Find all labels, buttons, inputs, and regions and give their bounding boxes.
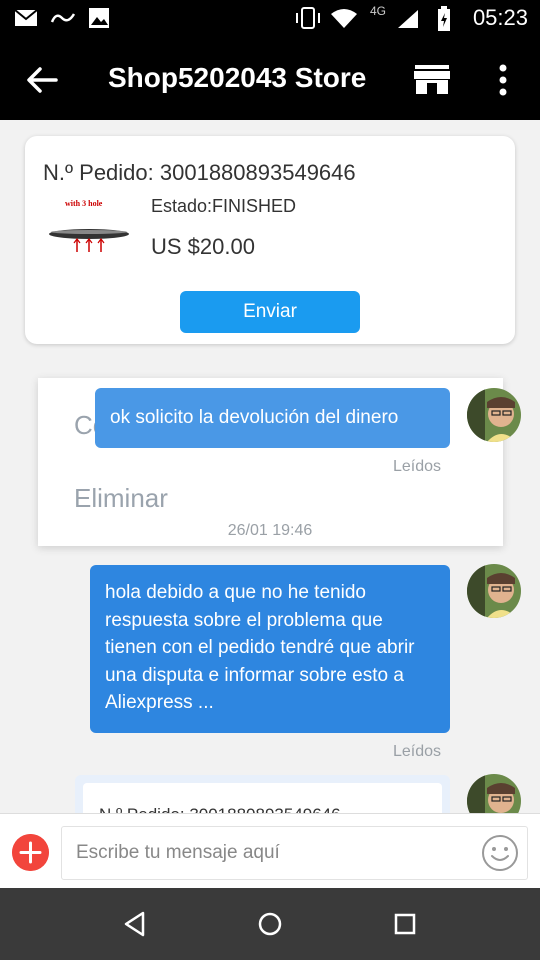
order-preview-card: N.º Pedido: 3001880893549646 <box>83 783 442 813</box>
avatar-image <box>467 388 521 442</box>
message-bubble[interactable]: ok solicito la devolución del dinero <box>95 388 450 448</box>
wifi-icon <box>331 9 357 28</box>
signal-icon <box>398 10 418 28</box>
read-receipt: Leídos <box>393 458 442 475</box>
swipe-icon <box>50 13 76 23</box>
emoji-icon[interactable] <box>481 834 519 872</box>
product-thumbnail[interactable]: with 3 hole <box>43 196 135 288</box>
order-price: US $20.00 <box>151 234 255 259</box>
order-card[interactable]: N.º Pedido: 3001880893549646 with 3 hole… <box>25 136 515 344</box>
image-icon <box>89 8 109 28</box>
battery-icon <box>438 6 450 31</box>
mail-icon <box>14 9 38 26</box>
system-nav-bar <box>0 888 540 960</box>
message-timestamp: 26/01 19:46 <box>227 522 313 539</box>
page-title: Shop5202043 Store <box>108 62 367 93</box>
back-arrow-icon[interactable] <box>22 60 62 100</box>
menu-item-delete[interactable]: Eliminar <box>74 483 168 514</box>
network-type: 4G <box>370 4 387 18</box>
chat-area[interactable]: N.º Pedido: 3001880893549646 with 3 hole… <box>0 120 540 813</box>
nav-recents-icon[interactable] <box>385 904 425 944</box>
order-preview-message[interactable]: N.º Pedido: 3001880893549646 <box>75 775 450 813</box>
message-input[interactable] <box>61 826 528 880</box>
message-composer <box>0 813 540 888</box>
avatar-image <box>467 774 521 813</box>
read-receipt: Leídos <box>393 743 442 760</box>
message-bubble[interactable]: hola debido a que no he tenido respuesta… <box>90 565 450 733</box>
more-vert-icon[interactable] <box>488 60 518 100</box>
add-attachment-icon[interactable] <box>12 834 49 871</box>
product-image: with 3 hole <box>49 199 129 252</box>
nav-back-icon[interactable] <box>115 904 155 944</box>
avatar[interactable] <box>467 564 521 618</box>
nav-home-icon[interactable] <box>250 904 290 944</box>
store-icon[interactable] <box>412 60 452 100</box>
clock: 05:23 <box>472 5 528 30</box>
send-order-button[interactable]: Enviar <box>180 291 360 333</box>
order-preview-number: N.º Pedido: 3001880893549646 <box>99 805 341 813</box>
avatar-image <box>467 564 521 618</box>
app-bar: Shop5202043 Store <box>0 38 540 120</box>
avatar[interactable] <box>467 388 521 442</box>
status-bar: 4G 05:23 <box>0 0 540 38</box>
order-status: Estado:FINISHED <box>151 196 297 216</box>
vibrate-icon <box>296 7 320 29</box>
order-number: N.º Pedido: 3001880893549646 <box>43 160 356 185</box>
product-image-caption: with 3 hole <box>65 199 103 208</box>
avatar[interactable] <box>467 774 521 813</box>
